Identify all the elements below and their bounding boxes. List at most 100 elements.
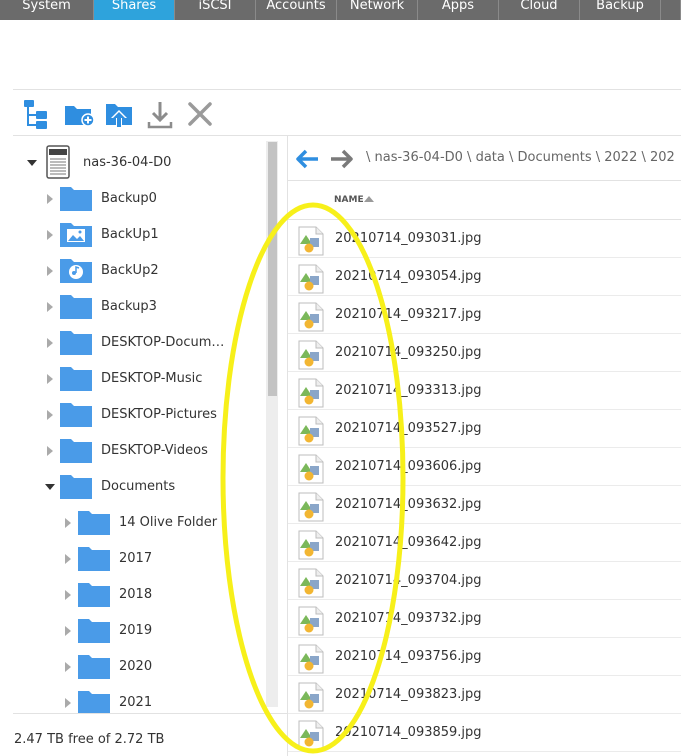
file-row[interactable]: 20210714_093642.jpg	[288, 524, 681, 562]
file-row[interactable]: 20210714_093704.jpg	[288, 562, 681, 600]
delete-icon	[188, 102, 212, 126]
tree-item-backup3[interactable]: Backup3	[13, 289, 273, 325]
folder-icon	[78, 511, 110, 535]
delete-button[interactable]	[186, 96, 227, 132]
chevron-right-icon[interactable]	[45, 266, 55, 276]
download-icon	[147, 102, 173, 129]
file-row[interactable]: 20210714_093606.jpg	[288, 448, 681, 486]
file-name: 20210714_093859.jpg	[335, 725, 482, 740]
file-row[interactable]: 20210714_093823.jpg	[288, 676, 681, 714]
file-row[interactable]: 20210714_093859.jpg	[288, 714, 681, 752]
column-header-name[interactable]: NAME	[334, 195, 364, 205]
upload-button[interactable]	[104, 96, 145, 132]
tab-cloud[interactable]: Cloud	[499, 0, 580, 20]
tree-root-nas[interactable]: nas-36-04-D0	[13, 145, 273, 181]
image-file-icon	[298, 644, 324, 674]
tab-system[interactable]: System	[0, 0, 94, 20]
forward-arrow-icon[interactable]	[329, 148, 355, 170]
nav-buttons	[294, 146, 355, 172]
image-file-icon	[298, 720, 324, 750]
folder-icon	[78, 691, 110, 714]
tree-item-label: DESKTOP-Pictures	[101, 407, 217, 422]
tree-item-backup0[interactable]: Backup0	[13, 181, 273, 217]
tree-item-2018[interactable]: 2018	[13, 577, 273, 613]
file-row[interactable]: 20210714_093054.jpg	[288, 258, 681, 296]
tab-iscsi[interactable]: iSCSI	[175, 0, 256, 20]
tree-item-backup2[interactable]: BackUp2	[13, 253, 273, 289]
folder-icon	[60, 403, 92, 427]
chevron-right-icon[interactable]	[63, 554, 73, 564]
image-file-icon	[298, 416, 324, 446]
tree-item-desktop-videos[interactable]: DESKTOP-Videos	[13, 433, 273, 469]
file-row[interactable]: 20210714_093250.jpg	[288, 334, 681, 372]
folder-icon	[78, 655, 110, 679]
tree-item-desktop-music[interactable]: DESKTOP-Music	[13, 361, 273, 397]
chevron-right-icon[interactable]	[45, 302, 55, 312]
tree-item-14-olive-folder[interactable]: 14 Olive Folder	[13, 505, 273, 541]
image-file-icon	[298, 682, 324, 712]
tree-item-label: DESKTOP-Docum…	[101, 335, 225, 350]
chevron-right-icon[interactable]	[63, 698, 73, 708]
tree-item-label: BackUp1	[101, 227, 159, 242]
folder-icon	[60, 187, 92, 211]
chevron-down-icon[interactable]	[27, 158, 37, 168]
folder-tree: nas-36-04-D0 Backup0 BackUp1 BackUp2 Bac…	[13, 136, 287, 714]
chevron-right-icon[interactable]	[63, 518, 73, 528]
chevron-right-icon[interactable]	[45, 230, 55, 240]
tree-item-2017[interactable]: 2017	[13, 541, 273, 577]
folder-icon	[78, 547, 110, 571]
tab-backup[interactable]: Backup	[580, 0, 661, 20]
tab-network[interactable]: Network	[337, 0, 418, 20]
folder-tree-button[interactable]	[22, 96, 63, 132]
back-arrow-icon[interactable]	[294, 148, 320, 170]
tree-item-label: DESKTOP-Music	[101, 371, 203, 386]
chevron-right-icon[interactable]	[45, 374, 55, 384]
tree-scrollbar-thumb[interactable]	[268, 142, 277, 396]
tab-accounts[interactable]: Accounts	[256, 0, 337, 20]
sort-ascending-icon[interactable]	[364, 196, 374, 202]
file-row[interactable]: 20210714_093732.jpg	[288, 600, 681, 638]
tree-item-label: 2019	[119, 623, 153, 638]
image-file-icon	[298, 264, 324, 294]
chevron-right-icon[interactable]	[45, 410, 55, 420]
file-row[interactable]: 20210714_093313.jpg	[288, 372, 681, 410]
chevron-right-icon[interactable]	[45, 338, 55, 348]
file-row[interactable]: 20210714_093756.jpg	[288, 638, 681, 676]
file-row[interactable]: 20210714_093527.jpg	[288, 410, 681, 448]
tab-apps[interactable]: Apps	[418, 0, 499, 20]
breadcrumb[interactable]: \ nas-36-04-D0 \ data \ Documents \ 2022…	[366, 150, 675, 165]
new-folder-button[interactable]	[63, 96, 104, 132]
chevron-right-icon[interactable]	[63, 590, 73, 600]
file-row[interactable]: 20210714_093217.jpg	[288, 296, 681, 334]
tree-item-2021[interactable]: 2021	[13, 685, 273, 714]
chevron-right-icon[interactable]	[45, 194, 55, 204]
file-row[interactable]: 20210714_093632.jpg	[288, 486, 681, 524]
folder-picture-icon	[60, 223, 92, 247]
tree-root-label: nas-36-04-D0	[83, 155, 172, 170]
tree-item-label: 2020	[119, 659, 153, 674]
image-file-icon	[298, 568, 324, 598]
tree-item-label: 2021	[119, 695, 153, 710]
file-row[interactable]: 20210714_093031.jpg	[288, 220, 681, 258]
file-name: 20210714_093704.jpg	[335, 573, 482, 588]
tree-item-label: Backup3	[101, 299, 157, 314]
tree-item-label: Backup0	[101, 191, 157, 206]
toolbar	[22, 96, 227, 132]
tree-item-backup1[interactable]: BackUp1	[13, 217, 273, 253]
chevron-down-icon[interactable]	[45, 482, 55, 492]
tree-item-2019[interactable]: 2019	[13, 613, 273, 649]
tree-item-desktop-documents[interactable]: DESKTOP-Docum…	[13, 325, 273, 361]
tree-item-desktop-pictures[interactable]: DESKTOP-Pictures	[13, 397, 273, 433]
file-name: 20210714_093756.jpg	[335, 649, 482, 664]
tab-more[interactable]	[661, 0, 681, 20]
folder-icon	[60, 439, 92, 463]
chevron-right-icon[interactable]	[63, 662, 73, 672]
folder-icon	[60, 331, 92, 355]
file-name: 20210714_093642.jpg	[335, 535, 482, 550]
tree-item-2020[interactable]: 2020	[13, 649, 273, 685]
chevron-right-icon[interactable]	[45, 446, 55, 456]
download-button[interactable]	[145, 96, 186, 132]
tab-shares[interactable]: Shares	[94, 0, 175, 20]
chevron-right-icon[interactable]	[63, 626, 73, 636]
tree-item-documents[interactable]: Documents	[13, 469, 273, 505]
